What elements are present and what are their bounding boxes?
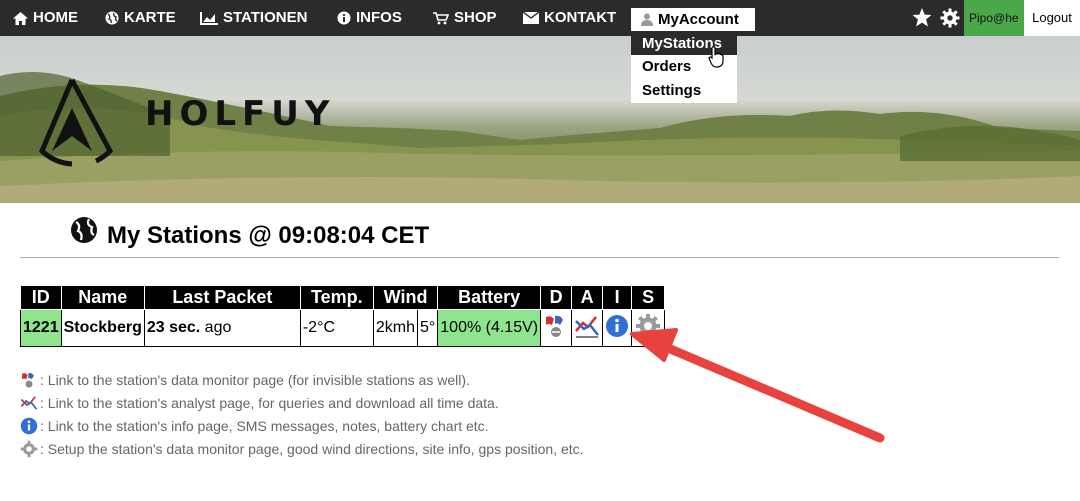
header-a: A xyxy=(571,285,604,310)
nav-infos-label: INFOS xyxy=(356,9,402,26)
legend-text: : Link to the station's analyst page, fo… xyxy=(40,394,499,411)
analyst-icon xyxy=(20,395,38,410)
analyst-icon xyxy=(575,315,600,338)
info-icon xyxy=(337,11,351,25)
banner: HOLFUY xyxy=(0,36,1080,203)
last-packet: 23 sec. ago xyxy=(143,309,301,347)
user-icon xyxy=(641,13,653,26)
last-packet-suffix: ago xyxy=(200,319,232,336)
globe-icon xyxy=(71,217,97,243)
legend-item-data-monitor: : Link to the station's data monitor pag… xyxy=(20,368,584,391)
legend: : Link to the station's data monitor pag… xyxy=(20,368,584,460)
legend-text: : Link to the station's info page, SMS m… xyxy=(40,417,489,434)
data-monitor-icon xyxy=(22,372,34,388)
page-title: My Stations @ 09:08:04 CET xyxy=(107,222,430,249)
envelope-icon xyxy=(523,12,539,24)
station-id: 1221 xyxy=(20,309,62,347)
nav-shop[interactable]: SHOP xyxy=(433,0,497,36)
header-name: Name xyxy=(60,285,145,310)
legend-item-analyst: : Link to the station's analyst page, fo… xyxy=(20,391,584,414)
gear-icon[interactable] xyxy=(940,8,960,28)
nav-my-account-label: MyAccount xyxy=(658,11,739,28)
station-name: Stockberg xyxy=(60,309,145,347)
setup-link[interactable] xyxy=(631,309,666,347)
header-wind: Wind xyxy=(372,285,439,310)
table-header-row: ID Name Last Packet Temp. Wind Battery D… xyxy=(20,285,666,310)
account-dropdown: MyStations Orders Settings xyxy=(631,33,737,103)
info-icon xyxy=(606,314,629,337)
header-d: D xyxy=(540,285,573,310)
nav-stationen-label: STATIONEN xyxy=(223,9,308,26)
stations-table: ID Name Last Packet Temp. Wind Battery D… xyxy=(20,285,666,347)
star-icon[interactable] xyxy=(912,8,932,27)
wind-cell: 2kmh 5° xyxy=(372,309,439,347)
nav-stationen[interactable]: STATIONEN xyxy=(200,0,307,36)
hand-cursor-icon xyxy=(708,46,724,68)
wind-speed: 2kmh xyxy=(374,310,418,346)
data-monitor-link[interactable] xyxy=(540,309,573,347)
battery: 100% (4.15V) xyxy=(437,309,542,347)
logout-button[interactable]: Logout xyxy=(1024,0,1080,36)
user-name[interactable]: Pipo@he xyxy=(964,0,1024,36)
legend-item-setup: : Setup the station's data monitor page,… xyxy=(20,437,584,460)
legend-item-info: : Link to the station's info page, SMS m… xyxy=(20,414,584,437)
temperature: -2°C xyxy=(299,309,374,347)
legend-text: : Link to the station's data monitor pag… xyxy=(40,371,470,388)
header-s: S xyxy=(631,285,666,310)
nav-my-account[interactable]: MyAccount xyxy=(631,8,755,31)
gear-icon xyxy=(636,313,661,338)
nav-kontakt[interactable]: KONTAKT xyxy=(523,0,616,36)
header-temp: Temp. xyxy=(299,285,374,310)
analyst-link[interactable] xyxy=(571,309,604,347)
data-monitor-icon xyxy=(546,315,564,337)
last-packet-value: 23 sec. xyxy=(146,319,201,336)
nav-karte[interactable]: KARTE xyxy=(105,0,176,36)
header-id: ID xyxy=(20,285,62,310)
wind-direction: 5° xyxy=(419,319,436,336)
header-battery: Battery xyxy=(437,285,542,310)
dropdown-item-settings[interactable]: Settings xyxy=(631,80,737,102)
divider xyxy=(20,257,1059,258)
top-nav: HOME KARTE STATIONEN INFOS SHOP KONTAKT … xyxy=(0,0,1080,36)
header-i: I xyxy=(602,285,633,310)
nav-home[interactable]: HOME xyxy=(13,0,78,36)
nav-shop-label: SHOP xyxy=(454,9,497,26)
main-content: My Stations @ 09:08:04 CET ID Name Last … xyxy=(0,203,1080,501)
nav-kontakt-label: KONTAKT xyxy=(544,9,617,26)
nav-karte-label: KARTE xyxy=(124,9,176,26)
gear-icon xyxy=(20,440,38,457)
cart-icon xyxy=(433,11,449,24)
header-last-packet: Last Packet xyxy=(143,285,301,310)
home-icon xyxy=(13,11,28,25)
info-icon xyxy=(20,417,38,434)
logo-text: HOLFUY xyxy=(145,94,336,134)
nav-infos[interactable]: INFOS xyxy=(337,0,402,36)
nav-home-label: HOME xyxy=(33,9,78,26)
chart-icon xyxy=(200,11,218,25)
info-link[interactable] xyxy=(602,309,633,347)
globe-icon xyxy=(105,11,119,25)
legend-text: : Setup the station's data monitor page,… xyxy=(40,440,584,457)
table-row: 1221 Stockberg 23 sec. ago -2°C 2kmh 5° 1… xyxy=(20,309,666,347)
